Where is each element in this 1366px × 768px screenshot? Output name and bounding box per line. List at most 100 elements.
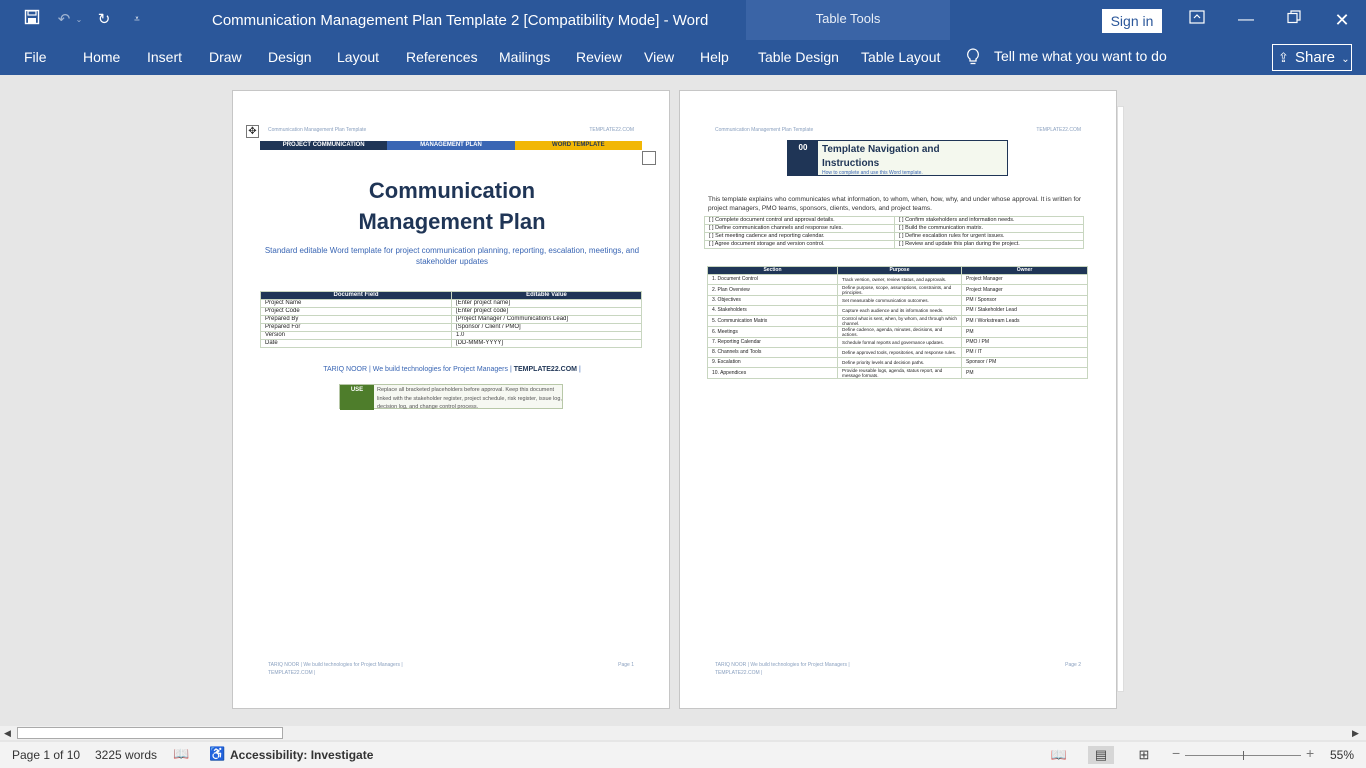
restore-icon[interactable]	[1281, 8, 1307, 32]
tab-design[interactable]: Design	[268, 49, 312, 65]
minimize-icon[interactable]: —	[1233, 8, 1259, 32]
sign-in-button[interactable]: Sign in	[1102, 9, 1162, 33]
table-row[interactable]: Project Name [Enter project name]	[260, 299, 642, 308]
table-row[interactable]: Date [DD-MMM-YYYY]	[260, 339, 642, 348]
tab-layout[interactable]: Layout	[337, 49, 379, 65]
vertical-scrollbar[interactable]	[1117, 106, 1124, 692]
tab-home[interactable]: Home	[83, 49, 120, 65]
share-button[interactable]: ⇪ Share ⌄	[1272, 44, 1352, 71]
section-name[interactable]: 10. Appendices	[707, 367, 838, 379]
table-row[interactable]: 8. Channels and Tools Define approved too…	[707, 347, 1088, 358]
zoom-level[interactable]: 55%	[1330, 748, 1354, 762]
ribbon-display-options-icon[interactable]	[1184, 8, 1210, 32]
table-row[interactable]: 3. Objectives Set measurable communicatio…	[707, 295, 1088, 306]
tab-help[interactable]: Help	[700, 49, 729, 65]
table-row[interactable]: [ ] Agree document storage and version c…	[704, 240, 1084, 249]
section-owner[interactable]: PM	[961, 367, 1088, 379]
section-name[interactable]: 7. Reporting Calendar	[707, 337, 838, 348]
section-purpose[interactable]: Capture each audience and its informatio…	[837, 305, 962, 316]
tab-table-design[interactable]: Table Design	[758, 49, 839, 65]
table-row[interactable]: Prepared By [Project Manager / Communicat…	[260, 315, 642, 324]
accessibility-icon[interactable]: ♿	[209, 746, 225, 762]
section-purpose[interactable]: Define priority levels and decision path…	[837, 357, 962, 368]
section-purpose[interactable]: Define approved tools, repositories, and…	[837, 347, 962, 358]
table-row[interactable]: 9. Escalation Define priority levels and …	[707, 357, 1088, 368]
tab-references[interactable]: References	[406, 49, 478, 65]
section-owner[interactable]: PM / IT	[961, 347, 1088, 358]
section-purpose[interactable]: Control what is sent, when, by whom, and…	[837, 315, 962, 327]
horizontal-scrollbar[interactable]: ◀ ▶	[0, 726, 1366, 740]
tab-insert[interactable]: Insert	[147, 49, 182, 65]
read-mode-icon[interactable]: 📖	[1046, 746, 1072, 764]
checklist-item[interactable]: [ ] Set meeting cadence and reporting ca…	[704, 232, 895, 241]
document-page-2[interactable]: Communication Management Plan Template T…	[679, 90, 1117, 709]
checklist-item[interactable]: [ ] Agree document storage and version c…	[704, 240, 895, 249]
section-purpose[interactable]: Track version, owner, review status, and…	[837, 274, 962, 285]
section-name[interactable]: 4. Stakeholders	[707, 305, 838, 316]
zoom-out-icon[interactable]: −	[1172, 745, 1180, 761]
field-value[interactable]: 1.0	[451, 331, 642, 340]
tell-me-search[interactable]: Tell me what you want to do	[994, 48, 1167, 64]
field-value[interactable]: [Sponsor / Client / PMO]	[451, 323, 642, 332]
checklist-item[interactable]: [ ] Complete document control and approv…	[704, 216, 895, 225]
section-owner[interactable]: PMO / PM	[961, 337, 1088, 348]
scroll-right-icon[interactable]: ▶	[1352, 728, 1359, 739]
section-name[interactable]: 2. Plan Overview	[707, 284, 838, 296]
checklist-table[interactable]: [ ] Complete document control and approv…	[704, 216, 1084, 249]
section-owner[interactable]: Sponsor / PM	[961, 357, 1088, 368]
section-purpose[interactable]: Define cadence, agenda, minutes, decisio…	[837, 326, 962, 338]
section-name[interactable]: 1. Document Control	[707, 274, 838, 285]
field-value[interactable]: [DD-MMM-YYYY]	[451, 339, 642, 348]
table-row[interactable]: [ ] Complete document control and approv…	[704, 216, 1084, 225]
document-page-1[interactable]: ✥ Communication Management Plan Template…	[232, 90, 670, 709]
section-name[interactable]: 8. Channels and Tools	[707, 347, 838, 358]
table-row[interactable]: 6. Meetings Define cadence, agenda, minut…	[707, 326, 1088, 338]
checklist-item[interactable]: [ ] Confirm stakeholders and information…	[894, 216, 1084, 225]
section-owner[interactable]: PM / Sponsor	[961, 295, 1088, 306]
proofing-icon[interactable]: 📖	[173, 746, 189, 762]
checklist-item[interactable]: [ ] Build the communication matrix.	[894, 224, 1084, 233]
field-value[interactable]: [Enter project name]	[451, 299, 642, 308]
word-count[interactable]: 3225 words	[95, 748, 157, 762]
zoom-in-icon[interactable]: +	[1306, 745, 1314, 761]
section-name[interactable]: 5. Communication Matrix	[707, 315, 838, 327]
table-row[interactable]: Version 1.0	[260, 331, 642, 340]
section-owner[interactable]: Project Manager	[961, 274, 1088, 285]
section-owner[interactable]: PM	[961, 326, 1088, 338]
section-name[interactable]: 9. Escalation	[707, 357, 838, 368]
scroll-thumb[interactable]	[17, 727, 283, 739]
save-icon[interactable]	[21, 9, 43, 31]
scroll-left-icon[interactable]: ◀	[4, 728, 11, 739]
close-icon[interactable]: ✕	[1329, 8, 1355, 32]
redo-icon[interactable]: ↻	[93, 9, 115, 31]
field-value[interactable]: [Enter project code]	[451, 307, 642, 316]
accessibility-status[interactable]: Accessibility: Investigate	[230, 748, 373, 762]
print-layout-icon[interactable]: ▤	[1088, 746, 1114, 764]
table-row[interactable]: Prepared For [Sponsor / Client / PMO]	[260, 323, 642, 332]
section-name[interactable]: 6. Meetings	[707, 326, 838, 338]
table-row[interactable]: [ ] Set meeting cadence and reporting ca…	[704, 232, 1084, 241]
table-row[interactable]: Project Code [Enter project code]	[260, 307, 642, 316]
table-row[interactable]: 2. Plan Overview Define purpose, scope, a…	[707, 284, 1088, 296]
table-row[interactable]: 1. Document Control Track version, owner,…	[707, 274, 1088, 285]
section-owner[interactable]: PM / Stakeholder Lead	[961, 305, 1088, 316]
field-value[interactable]: [Project Manager / Communications Lead]	[451, 315, 642, 324]
customize-toolbar-icon[interactable]: ⩡	[126, 9, 148, 31]
undo-dropdown-icon[interactable]: ⌄	[72, 9, 86, 31]
table-row[interactable]: 10. Appendices Provide reusable logs, age…	[707, 367, 1088, 379]
section-purpose[interactable]: Schedule formal reports and governance u…	[837, 337, 962, 348]
table-row[interactable]: 4. Stakeholders Capture each audience and…	[707, 305, 1088, 316]
table-row[interactable]: 7. Reporting Calendar Schedule formal rep…	[707, 337, 1088, 348]
tab-table-layout[interactable]: Table Layout	[861, 49, 940, 65]
document-control-table[interactable]: Document Field Editable Value Project Na…	[260, 291, 642, 348]
section-purpose[interactable]: Provide reusable logs, agenda, status re…	[837, 367, 962, 379]
section-purpose[interactable]: Define purpose, scope, assumptions, cons…	[837, 284, 962, 296]
tab-mailings[interactable]: Mailings	[499, 49, 550, 65]
table-row[interactable]: [ ] Define communication channels and re…	[704, 224, 1084, 233]
tab-draw[interactable]: Draw	[209, 49, 242, 65]
tab-review[interactable]: Review	[576, 49, 622, 65]
tab-file[interactable]: File	[24, 49, 47, 65]
table-resize-handle[interactable]	[642, 151, 656, 165]
checklist-item[interactable]: [ ] Define communication channels and re…	[704, 224, 895, 233]
table-move-handle-icon[interactable]: ✥	[246, 125, 259, 138]
